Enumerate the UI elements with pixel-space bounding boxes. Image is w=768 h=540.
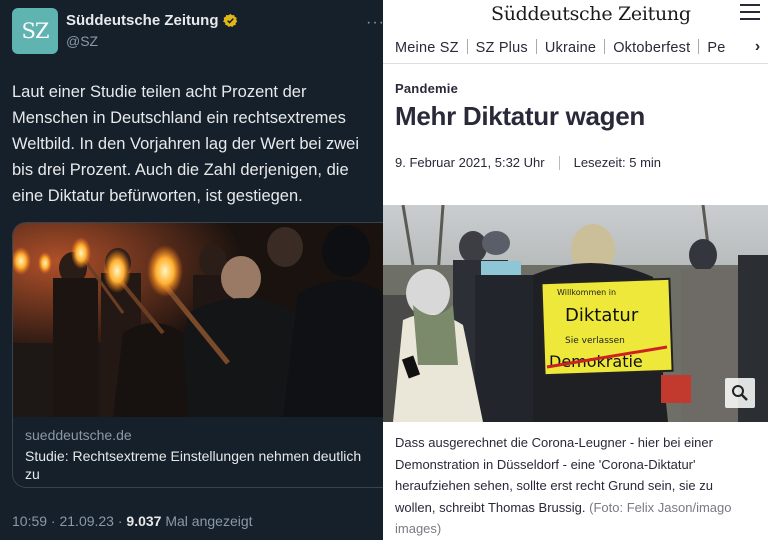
sz-avatar[interactable]: SZ — [12, 8, 58, 54]
tweet-panel: SZ Süddeutsche Zeitung @SZ ··· Laut eine… — [0, 0, 384, 540]
link-card[interactable]: sueddeutsche.de Studie: Rechtsextreme Ei… — [12, 222, 383, 488]
nav-divider — [466, 39, 468, 54]
nav-item-meine-sz[interactable]: Meine SZ — [395, 40, 459, 56]
search-zoom-icon[interactable] — [725, 378, 755, 408]
reading-time: Lesezeit: 5 min — [573, 155, 662, 170]
author-name[interactable]: Süddeutsche Zeitung — [66, 12, 219, 29]
article-dateline: 9. Februar 2021, 5:32 Uhr Lesezeit: 5 mi… — [395, 155, 661, 170]
demonstration-photo: Willkommen in Diktatur Sie verlassen Dem… — [383, 205, 768, 422]
nav-item-truncated[interactable]: Pe — [707, 40, 725, 56]
magnifier-icon — [732, 385, 748, 401]
hamburger-menu-icon[interactable] — [740, 4, 760, 20]
article-date: 9. Februar 2021, 5:32 Uhr — [395, 155, 545, 170]
tweet-text: Laut einer Studie teilen acht Prozent de… — [12, 83, 359, 205]
article-headline: Mehr Diktatur wagen — [395, 101, 646, 131]
nav-divider — [698, 39, 700, 54]
sign-main-text: Diktatur — [565, 305, 639, 326]
card-title[interactable]: Studie: Rechtsextreme Einstellungen nehm… — [25, 447, 365, 483]
verified-badge-icon — [222, 13, 237, 27]
avatar-text: SZ — [21, 19, 50, 43]
section-nav: Meine SZ SZ Plus Ukraine Oktoberfest Pe › — [383, 34, 768, 64]
nav-divider — [535, 39, 537, 54]
article-panel: Süddeutsche Zeitung Meine SZ SZ Plus Ukrai… — [383, 0, 768, 540]
nav-item-ukraine[interactable]: Ukraine — [545, 40, 596, 56]
sign-middle-text: Sie verlassen — [565, 336, 625, 346]
dateline-divider — [558, 155, 560, 170]
sign-top-text: Willkommen in — [557, 288, 616, 297]
author-handle[interactable]: @SZ — [66, 33, 98, 49]
tweet-timestamp[interactable]: 10:59 · 21.09.23 · — [12, 513, 126, 529]
chevron-right-icon[interactable]: › — [747, 38, 768, 62]
sz-logo[interactable]: Süddeutsche Zeitung — [491, 3, 691, 25]
article-kicker: Pandemie — [395, 81, 459, 96]
photo-caption: Dass ausgerechnet die Corona-Leugner - h… — [395, 432, 755, 540]
nav-item-sz-plus[interactable]: SZ Plus — [476, 40, 528, 56]
view-label: Mal angezeigt — [161, 513, 253, 529]
nav-divider — [604, 39, 606, 54]
author-name-row[interactable]: Süddeutsche Zeitung — [66, 12, 238, 29]
nav-item-oktoberfest[interactable]: Oktoberfest — [613, 40, 690, 56]
view-count: 9.037 — [126, 513, 162, 529]
tweet-meta: 10:59 · 21.09.23 · 9.037 Mal angezeigt — [12, 513, 253, 529]
torch-march-photo — [13, 223, 383, 417]
card-domain: sueddeutsche.de — [25, 427, 132, 443]
